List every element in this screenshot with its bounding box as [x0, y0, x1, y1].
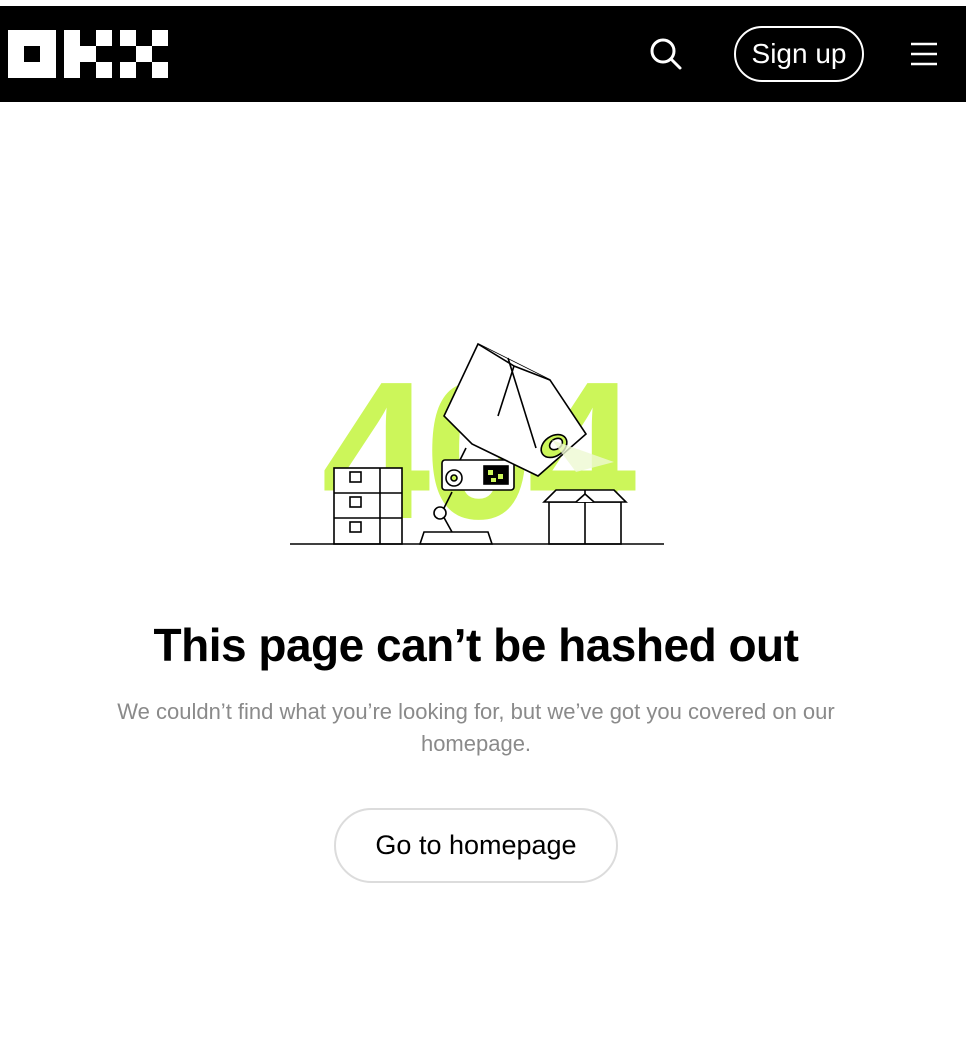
go-to-homepage-button[interactable]: Go to homepage [334, 808, 618, 883]
signup-button[interactable]: Sign up [734, 26, 864, 82]
okx-logo[interactable] [8, 30, 168, 78]
hamburger-menu-icon [911, 42, 937, 66]
stacked-boxes-icon [333, 467, 403, 545]
error-message: We couldn’t find what you’re looking for… [117, 699, 835, 756]
page-title: This page can’t be hashed out [153, 619, 799, 671]
error-404-illustration: 404 [290, 341, 664, 552]
search-button[interactable] [642, 28, 690, 80]
search-icon [650, 38, 682, 70]
menu-button[interactable] [900, 32, 948, 76]
site-header: Sign up [0, 6, 966, 102]
open-box-icon [542, 489, 628, 545]
